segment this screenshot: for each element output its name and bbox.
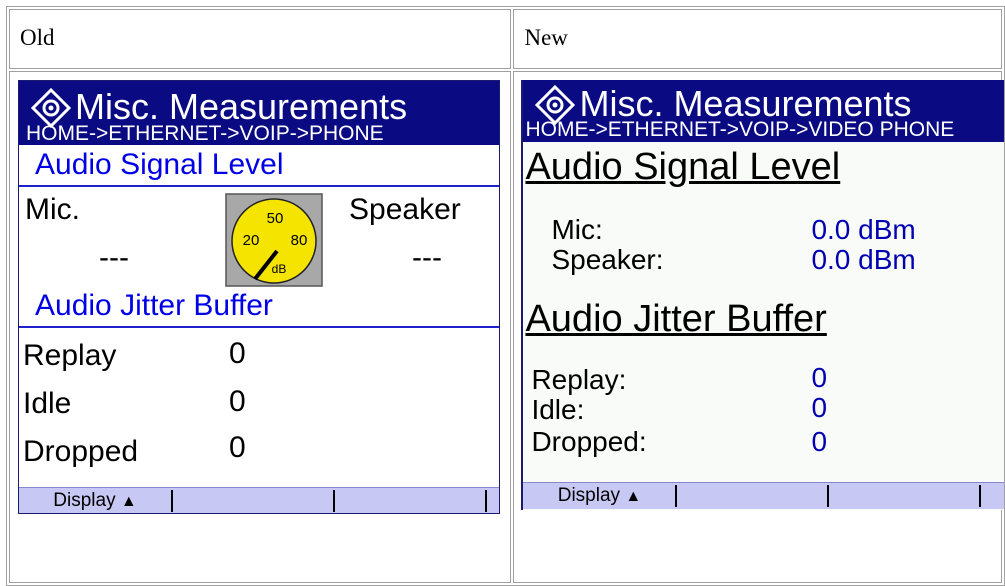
new-signal-section-title: Audio Signal Level xyxy=(525,146,841,188)
audio-level-gauge: 50 20 80 dB xyxy=(225,193,323,287)
old-dropped-label: Dropped xyxy=(23,435,139,468)
old-screen-cell: Misc. Measurements HOME->ETHERNET->VOIP-… xyxy=(9,71,512,583)
header-new-label: New xyxy=(524,25,568,50)
new-idle-label: Idle: xyxy=(531,394,585,425)
new-softkey-bar: Display ▲ xyxy=(523,482,1005,509)
new-display-softkey-label: Display xyxy=(557,485,621,506)
old-display-softkey[interactable]: Display ▲ xyxy=(19,490,173,512)
new-breadcrumb: HOME->ETHERNET->VOIP->VIDEO PHONE xyxy=(525,118,955,141)
old-speaker-label: Speaker xyxy=(349,193,461,226)
old-speaker-value: --- xyxy=(412,241,442,274)
old-display-softkey-label: Display xyxy=(53,490,116,511)
old-titlebar: Misc. Measurements HOME->ETHERNET->VOIP-… xyxy=(19,81,499,145)
old-jitter-section-title: Audio Jitter Buffer xyxy=(19,286,499,328)
new-replay-value: 0 xyxy=(811,362,828,393)
new-mic-label: Mic: xyxy=(551,214,603,245)
new-softkey-3[interactable] xyxy=(829,485,982,507)
new-speaker-value: 0.0 dBm xyxy=(811,244,916,275)
old-mic-value: --- xyxy=(99,241,129,274)
triangle-up-icon: ▲ xyxy=(120,493,137,510)
new-speaker-label: Speaker: xyxy=(551,244,664,275)
old-mic-label: Mic. xyxy=(25,193,80,226)
new-device-screen: Misc. Measurements HOME->ETHERNET->VOIP-… xyxy=(521,80,1005,510)
new-dropped-value: 0 xyxy=(811,426,828,457)
old-replay-label: Replay xyxy=(23,339,117,372)
gauge-tick-20: 20 xyxy=(243,232,260,249)
old-device-screen: Misc. Measurements HOME->ETHERNET->VOIP-… xyxy=(18,80,500,514)
triangle-up-icon: ▲ xyxy=(625,488,642,505)
new-jitter-section-title: Audio Jitter Buffer xyxy=(525,298,827,340)
new-screen-cell: Misc. Measurements HOME->ETHERNET->VOIP-… xyxy=(513,71,1005,583)
comparison-table: Old New Misc. Measurements HOME->ETHERNE… xyxy=(6,6,1005,586)
new-display-softkey[interactable]: Display ▲ xyxy=(523,485,678,507)
old-softkey-3[interactable] xyxy=(335,490,487,512)
new-replay-label: Replay: xyxy=(531,364,627,395)
new-dropped-label: Dropped: xyxy=(531,426,647,457)
old-dropped-value: 0 xyxy=(229,431,246,464)
new-titlebar: Misc. Measurements HOME->ETHERNET->VOIP-… xyxy=(523,80,1005,142)
old-idle-label: Idle xyxy=(23,387,72,420)
old-idle-value: 0 xyxy=(229,385,246,418)
old-softkey-2[interactable] xyxy=(173,490,335,512)
old-breadcrumb: HOME->ETHERNET->VOIP->PHONE xyxy=(26,122,384,145)
header-new-cell: New xyxy=(513,9,1002,69)
old-softkey-bar: Display ▲ xyxy=(19,487,499,513)
old-signal-section-title: Audio Signal Level xyxy=(19,145,499,187)
new-idle-value: 0 xyxy=(811,392,828,423)
new-mic-value: 0.0 dBm xyxy=(811,214,916,245)
gauge-tick-50: 50 xyxy=(267,210,284,227)
gauge-tick-80: 80 xyxy=(291,232,308,249)
gauge-unit: dB xyxy=(272,262,287,276)
old-replay-value: 0 xyxy=(229,337,246,370)
new-softkey-2[interactable] xyxy=(677,485,830,507)
header-old-cell: Old xyxy=(9,9,512,69)
header-old-label: Old xyxy=(20,25,55,50)
